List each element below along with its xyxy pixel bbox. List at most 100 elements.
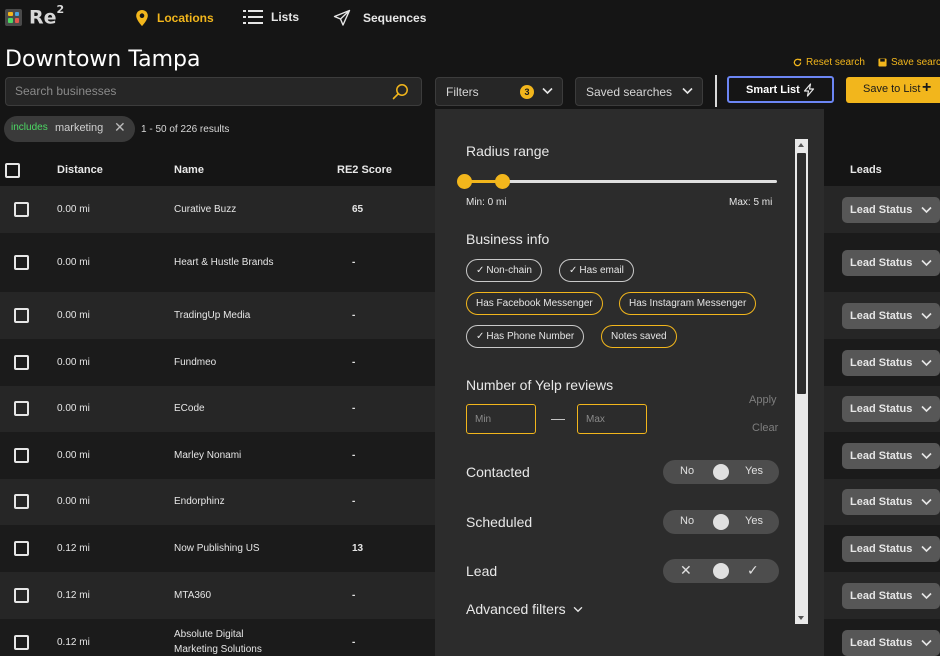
- scheduled-heading: Scheduled: [466, 514, 533, 530]
- chevron-down-icon: [921, 405, 932, 413]
- row-checkbox[interactable]: [14, 541, 29, 556]
- filters-label: Filters: [446, 85, 479, 99]
- radius-slider-track[interactable]: [464, 180, 777, 183]
- tag-has-instagram-messenger[interactable]: Has Instagram Messenger: [619, 292, 757, 315]
- row-checkbox[interactable]: [14, 494, 29, 509]
- row-name[interactable]: Fundmeo: [174, 355, 216, 370]
- row-score: -: [352, 590, 356, 601]
- radius-min-handle[interactable]: [457, 174, 472, 189]
- tag-has-facebook-messenger[interactable]: Has Facebook Messenger: [466, 292, 603, 315]
- check-icon: ✓: [747, 562, 759, 578]
- lead-toggle[interactable]: ✕ ✓: [663, 559, 779, 583]
- column-score[interactable]: RE2 Score: [337, 164, 392, 176]
- select-all-checkbox[interactable]: [5, 163, 20, 178]
- row-score: -: [352, 357, 356, 368]
- chevron-down-icon: [542, 87, 553, 95]
- chip-value: marketing: [55, 122, 104, 134]
- lead-heading: Lead: [466, 563, 498, 579]
- row-checkbox[interactable]: [14, 255, 29, 270]
- row-distance: 0.12 mi: [57, 543, 90, 554]
- tag-notes-saved[interactable]: Notes saved: [601, 325, 677, 348]
- clear-button[interactable]: Clear: [752, 422, 778, 434]
- tag-has-phone-number[interactable]: ✓ Has Phone Number: [466, 325, 585, 348]
- row-checkbox[interactable]: [14, 355, 29, 370]
- contacted-toggle[interactable]: No Yes: [663, 460, 779, 484]
- row-name[interactable]: ECode: [174, 401, 205, 416]
- chevron-down-icon: [682, 87, 693, 95]
- row-distance: 0.12 mi: [57, 590, 90, 601]
- scroll-up-icon[interactable]: [798, 143, 804, 147]
- row-checkbox[interactable]: [14, 635, 29, 650]
- scroll-down-icon[interactable]: [798, 616, 804, 620]
- tag-has-email[interactable]: ✓ Has email: [559, 259, 634, 282]
- saved-searches-dropdown[interactable]: Saved searches: [575, 77, 703, 106]
- row-name[interactable]: Marley Nonami: [174, 448, 241, 463]
- row-name[interactable]: Heart & Hustle Brands: [174, 255, 274, 270]
- row-checkbox[interactable]: [14, 448, 29, 463]
- row-checkbox[interactable]: [14, 308, 29, 323]
- app-logo[interactable]: Re2: [5, 3, 64, 28]
- nav-sequences[interactable]: Sequences: [333, 9, 426, 27]
- column-name[interactable]: Name: [174, 164, 204, 176]
- row-name[interactable]: TradingUp Media: [174, 308, 250, 323]
- keyword-filter-chip: includes marketing ✕: [4, 116, 135, 142]
- lead-status-dropdown[interactable]: Lead Status: [842, 197, 940, 223]
- row-checkbox[interactable]: [14, 202, 29, 217]
- check-icon: ✓: [476, 331, 485, 342]
- chevron-down-icon: [573, 606, 583, 612]
- chevron-down-icon: [921, 452, 932, 460]
- row-name[interactable]: Endorphinz: [174, 494, 225, 509]
- yelp-max-input[interactable]: [578, 405, 646, 433]
- scheduled-toggle[interactable]: No Yes: [663, 510, 779, 534]
- row-checkbox[interactable]: [14, 588, 29, 603]
- close-icon[interactable]: ✕: [114, 119, 126, 136]
- advanced-filters-toggle[interactable]: Advanced filters: [466, 601, 583, 617]
- row-score: -: [352, 403, 356, 414]
- lead-status-dropdown[interactable]: Lead Status: [842, 303, 940, 329]
- row-score: -: [352, 257, 356, 268]
- list-icon: [243, 10, 263, 24]
- row-score: -: [352, 310, 356, 321]
- search-input[interactable]: [15, 84, 375, 98]
- refresh-icon: [793, 58, 802, 67]
- check-icon: ✓: [569, 265, 578, 276]
- apply-button[interactable]: Apply: [749, 394, 777, 406]
- row-name[interactable]: Now Publishing US: [174, 541, 260, 556]
- nav-lists[interactable]: Lists: [243, 9, 299, 25]
- save-to-list-button[interactable]: Save to List +: [846, 77, 940, 103]
- row-checkbox[interactable]: [14, 401, 29, 416]
- filters-dropdown[interactable]: Filters 3: [435, 77, 563, 106]
- scrollbar-thumb[interactable]: [797, 153, 806, 394]
- lead-status-dropdown[interactable]: Lead Status: [842, 350, 940, 376]
- row-name[interactable]: Absolute Digital Marketing Solutions: [174, 627, 262, 656]
- reset-search-button[interactable]: Reset search: [793, 57, 865, 68]
- chevron-down-icon: [921, 498, 932, 506]
- row-name[interactable]: MTA360: [174, 588, 211, 603]
- lead-status-dropdown[interactable]: Lead Status: [842, 396, 940, 422]
- lead-status-dropdown[interactable]: Lead Status: [842, 583, 940, 609]
- save-search-button[interactable]: Save search: [878, 57, 940, 68]
- radius-max-handle[interactable]: [495, 174, 510, 189]
- row-score: 13: [352, 543, 364, 554]
- row-name[interactable]: Curative Buzz: [174, 202, 236, 217]
- search-icon[interactable]: [392, 83, 409, 100]
- chevron-down-icon: [921, 312, 932, 320]
- yelp-min-input[interactable]: [467, 405, 535, 433]
- row-distance: 0.00 mi: [57, 450, 90, 461]
- lead-status-dropdown[interactable]: Lead Status: [842, 536, 940, 562]
- smart-list-button[interactable]: Smart List: [727, 76, 834, 103]
- chevron-down-icon: [921, 545, 932, 553]
- nav-locations[interactable]: Locations: [135, 9, 214, 27]
- chevron-down-icon: [921, 639, 932, 647]
- nav-locations-label: Locations: [157, 11, 214, 25]
- tag-non-chain[interactable]: ✓ Non-chain: [466, 259, 542, 282]
- column-distance[interactable]: Distance: [57, 164, 103, 176]
- lead-status-dropdown[interactable]: Lead Status: [842, 250, 940, 276]
- lead-status-dropdown[interactable]: Lead Status: [842, 489, 940, 515]
- chevron-down-icon: [921, 259, 932, 267]
- send-icon: [333, 9, 351, 26]
- panel-scrollbar[interactable]: [795, 139, 808, 624]
- lead-status-dropdown[interactable]: Lead Status: [842, 443, 940, 469]
- lead-status-dropdown[interactable]: Lead Status: [842, 630, 940, 656]
- filters-count-badge: 3: [520, 85, 534, 99]
